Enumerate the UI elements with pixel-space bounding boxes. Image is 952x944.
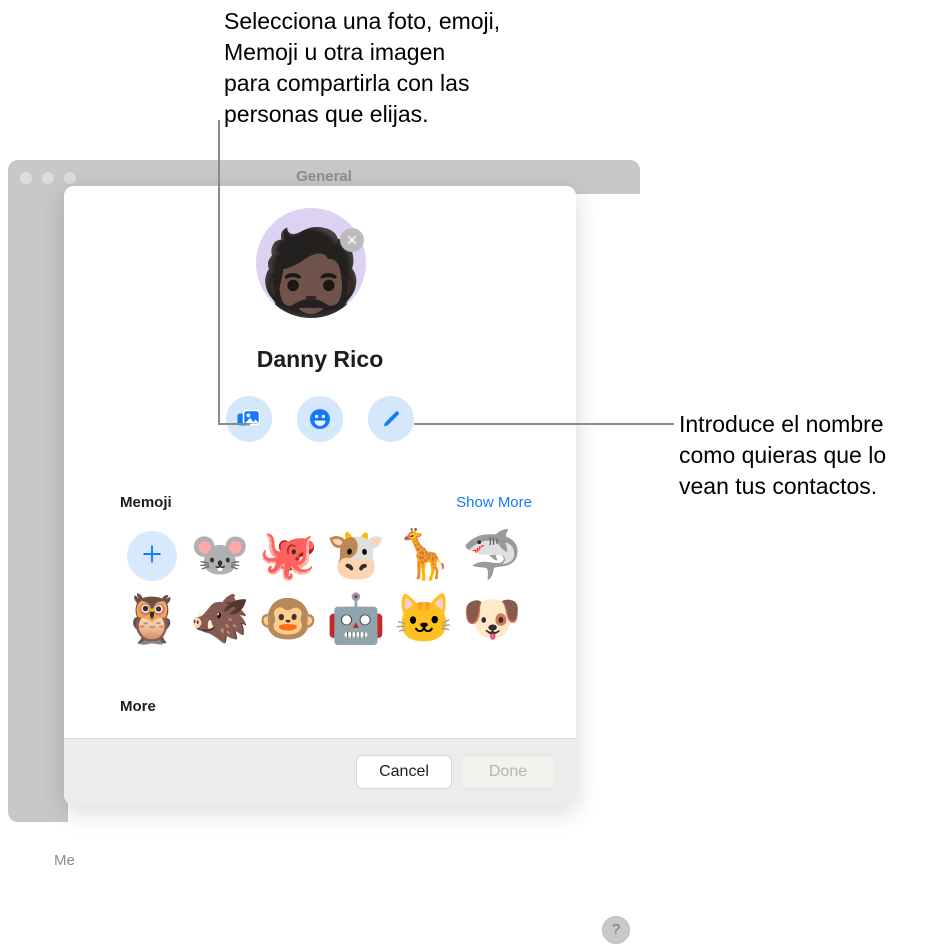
- memoji-glyph-cow: 🐮: [326, 529, 386, 582]
- memoji-glyph-robot: 🤖: [326, 593, 386, 646]
- memoji-option-boar[interactable]: 🐗: [186, 588, 254, 652]
- more-section-header: More: [120, 698, 532, 715]
- callout-text-name: Introduce el nombre como quieras que lo …: [679, 411, 887, 499]
- show-more-link[interactable]: Show More: [456, 494, 532, 511]
- plus-icon: [141, 543, 163, 570]
- cancel-button[interactable]: Cancel: [356, 755, 452, 789]
- memoji-option-shark[interactable]: 🦈: [458, 524, 526, 588]
- emoji-icon: [309, 408, 331, 430]
- memoji-option-giraffe[interactable]: 🦒: [390, 524, 458, 588]
- memoji-glyph-mouse: 🐭: [190, 529, 250, 582]
- memoji-grid: 🐭 🐙 🐮 🦒 🦈 🦉 🐗 🐵 🤖 🐱 🐶: [118, 524, 538, 652]
- avatar-action-buttons: [64, 396, 576, 442]
- memoji-option-cow[interactable]: 🐮: [322, 524, 390, 588]
- dialog-scroll-area[interactable]: 🧔🏿 ✕ Danny Rico Memoji Show More 🐭 🐙 🐮 🦒…: [64, 186, 576, 738]
- memoji-option-owl[interactable]: 🦉: [118, 588, 186, 652]
- memoji-glyph-octopus: 🐙: [258, 529, 318, 582]
- memoji-option-mouse[interactable]: 🐭: [186, 524, 254, 588]
- callout-text-avatar: Selecciona una foto, emoji, Memoji u otr…: [224, 8, 501, 127]
- window-title: General: [296, 168, 352, 185]
- help-button[interactable]: ?: [602, 916, 630, 944]
- memoji-option-octopus[interactable]: 🐙: [254, 524, 322, 588]
- avatar[interactable]: 🧔🏿 ✕: [256, 208, 366, 318]
- create-memoji-button[interactable]: [127, 531, 177, 581]
- memoji-glyph-boar: 🐗: [190, 593, 250, 646]
- dialog-footer: Cancel Done: [64, 738, 576, 805]
- callout-leader-line-right: [414, 423, 674, 425]
- memoji-glyph-giraffe: 🦒: [394, 529, 454, 582]
- memoji-option-monkey[interactable]: 🐵: [254, 588, 322, 652]
- monogram-button[interactable]: [368, 396, 414, 442]
- memoji-section-header: Memoji Show More: [120, 494, 532, 511]
- memoji-option-robot[interactable]: 🤖: [322, 588, 390, 652]
- memoji-glyph-shark: 🦈: [462, 529, 522, 582]
- memoji-glyph-owl: 🦉: [122, 593, 182, 646]
- memoji-option-dog[interactable]: 🐶: [458, 588, 526, 652]
- memoji-option-cat[interactable]: 🐱: [390, 588, 458, 652]
- more-section-title: More: [120, 698, 156, 715]
- pencil-icon: [380, 408, 402, 430]
- callout-leader-line-left: [218, 120, 220, 425]
- contact-card-dialog: 🧔🏿 ✕ Danny Rico Memoji Show More 🐭 🐙 🐮 🦒…: [64, 186, 576, 805]
- memoji-glyph-dog: 🐶: [462, 593, 522, 646]
- sidebar-partial-label: Me: [54, 852, 75, 869]
- photo-library-icon: [237, 409, 261, 429]
- done-button: Done: [460, 755, 556, 789]
- contact-name: Danny Rico: [256, 346, 384, 372]
- avatar-circle[interactable]: 🧔🏿: [256, 208, 366, 318]
- memoji-section-title: Memoji: [120, 494, 172, 511]
- create-memoji-cell[interactable]: [118, 524, 186, 588]
- choose-photo-button[interactable]: [226, 396, 272, 442]
- remove-avatar-button[interactable]: ✕: [340, 228, 364, 252]
- choose-emoji-button[interactable]: [297, 396, 343, 442]
- callout-leader-line-left-elbow: [218, 423, 250, 425]
- memoji-glyph-cat: 🐱: [394, 593, 454, 646]
- memoji-glyph-monkey: 🐵: [258, 593, 318, 646]
